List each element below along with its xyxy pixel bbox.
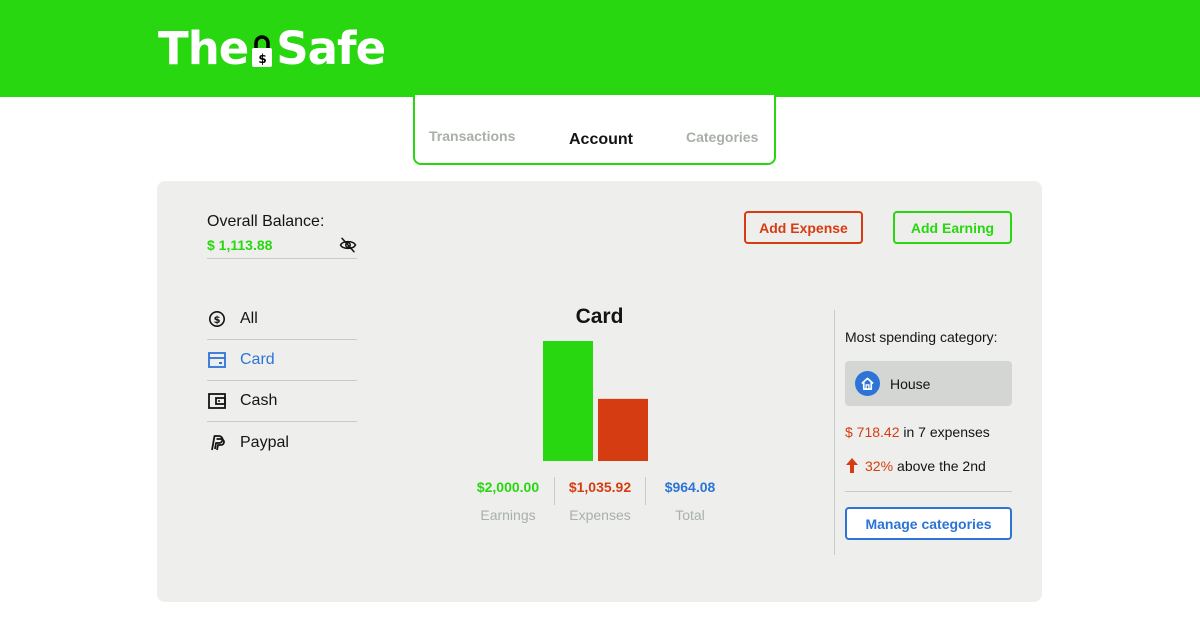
home-icon xyxy=(855,371,880,396)
summary-value: $964.08 xyxy=(664,479,716,495)
tab-bar: Transactions Account Categories xyxy=(413,95,776,165)
tab-transactions[interactable]: Transactions xyxy=(429,128,515,144)
account-label: All xyxy=(240,310,258,327)
paypal-icon xyxy=(207,433,227,453)
summary-label: Expenses xyxy=(569,507,631,523)
spending-amount-stat: $ 718.42 in 7 expenses xyxy=(845,424,990,440)
spending-percent-stat: 32% above the 2nd xyxy=(845,457,986,474)
sidebar-rule xyxy=(845,491,1012,492)
chart-title: Card xyxy=(575,305,624,328)
spending-percent-suffix: above the 2nd xyxy=(897,457,986,474)
header-bar: The $ Safe xyxy=(0,0,1200,97)
svg-text:$: $ xyxy=(214,315,221,326)
dollar-circle-icon: $ xyxy=(207,309,227,329)
logo-text-left: The xyxy=(158,22,249,75)
balance-value: $ 1,113.88 xyxy=(207,237,273,253)
bar-earnings xyxy=(543,341,593,461)
bar-expenses xyxy=(598,398,648,461)
spending-count: in 7 expenses xyxy=(903,424,990,440)
svg-text:$: $ xyxy=(259,52,267,66)
spending-amount: $ 718.42 xyxy=(845,424,900,440)
summary-earnings: $2,000.00 Earnings xyxy=(463,479,553,523)
arrow-up-icon xyxy=(845,457,859,474)
tab-categories[interactable]: Categories xyxy=(686,129,758,145)
top-category-card[interactable]: House xyxy=(845,361,1012,406)
sidebar-divider xyxy=(834,310,835,555)
tab-account[interactable]: Account xyxy=(569,131,633,149)
summary-label: Earnings xyxy=(480,507,536,523)
manage-categories-button[interactable]: Manage categories xyxy=(845,507,1012,540)
balance-label: Overall Balance: xyxy=(207,213,325,230)
account-item-paypal[interactable]: Paypal xyxy=(207,422,357,463)
wallet-icon xyxy=(207,391,227,411)
account-item-cash[interactable]: Cash xyxy=(207,381,357,422)
logo[interactable]: The $ Safe xyxy=(158,22,386,76)
padlock-dollar-icon: $ xyxy=(249,22,275,76)
add-earning-button[interactable]: Add Earning xyxy=(893,211,1012,244)
account-label: Card xyxy=(240,351,275,368)
account-label: Cash xyxy=(240,392,278,409)
top-category-name: House xyxy=(890,375,931,392)
summary-expenses: $1,035.92 Expenses xyxy=(555,479,645,523)
account-item-all[interactable]: $ All xyxy=(207,299,357,340)
logo-text-right: Safe xyxy=(276,22,386,75)
summary-total: $964.08 Total xyxy=(645,479,735,523)
account-list: $ All Card Cash Paypal xyxy=(207,299,357,463)
add-expense-button[interactable]: Add Expense xyxy=(744,211,863,244)
summary-value: $2,000.00 xyxy=(476,479,540,495)
account-panel: Overall Balance: $ 1,113.88 Add Expense … xyxy=(157,181,1042,602)
eye-off-icon[interactable] xyxy=(339,236,357,259)
summary-label: Total xyxy=(675,507,705,523)
account-item-card[interactable]: Card xyxy=(207,340,357,381)
most-spending-title: Most spending category: xyxy=(845,329,998,345)
account-label: Paypal xyxy=(240,433,289,451)
spending-percent: 32% xyxy=(865,457,894,474)
summary-value: $1,035.92 xyxy=(568,479,632,495)
card-icon xyxy=(207,350,227,370)
balance-row: $ 1,113.88 xyxy=(207,235,357,259)
account-bar-chart xyxy=(543,341,648,461)
